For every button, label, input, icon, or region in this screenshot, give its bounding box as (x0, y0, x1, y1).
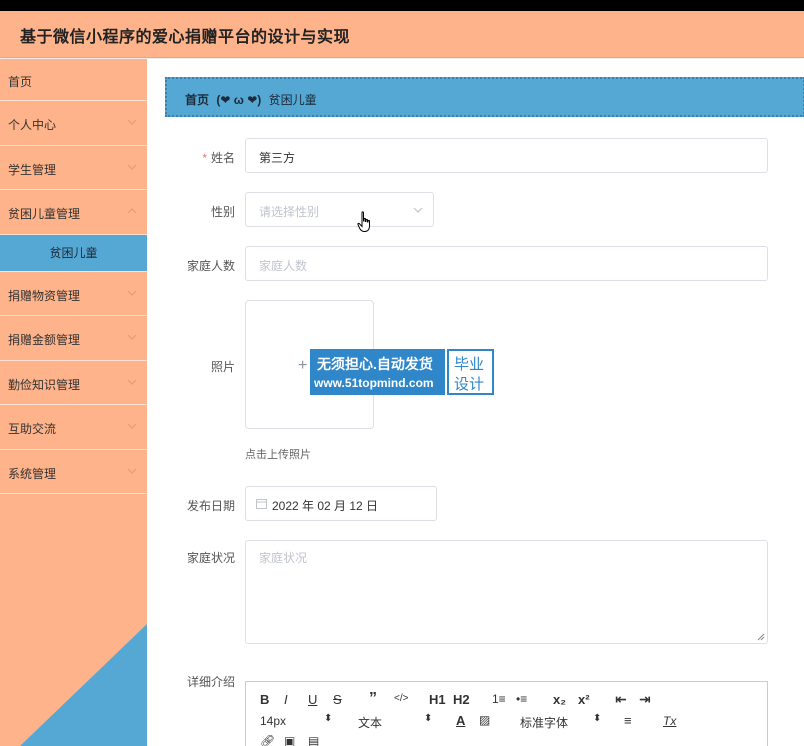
sidebar-subitem-poor-children[interactable]: 贫困儿童 (0, 234, 147, 272)
sidebar-item-label: 系统管理 (8, 466, 57, 481)
outdent-button[interactable]: ⇤ (615, 691, 627, 708)
family-status-label: 家庭状况 (186, 551, 235, 565)
publish-date-picker[interactable]: 2022 年 02 月 12 日 (245, 486, 437, 521)
publish-date-label: 发布日期 (186, 499, 235, 513)
watermark: 无须担心.自动发货 www.51topmind.com 毕业 设计 (310, 349, 494, 395)
video-icon[interactable]: ▤ (308, 734, 319, 746)
hand-cursor-icon (357, 211, 370, 232)
chevron-down-icon (127, 119, 137, 125)
photo-label: 照片 (210, 360, 235, 374)
h1-button[interactable]: H1 (429, 692, 446, 707)
chevron-down-icon (127, 423, 137, 429)
gender-label: 性别 (210, 205, 235, 219)
sidebar-decoration (20, 624, 147, 746)
breadcrumb-current: 贫困儿童 (268, 93, 317, 107)
underline-button[interactable]: U (308, 692, 317, 707)
sidebar-item-donation-amount-management[interactable]: 捐赠金额管理 (0, 316, 147, 361)
name-value: 第三方 (259, 151, 296, 165)
breadcrumb-separator: (❤ ω ❤) (216, 93, 262, 107)
sidebar-item-student-management[interactable]: 学生管理 (0, 146, 147, 190)
sidebar-item-label: 贫困儿童管理 (8, 207, 81, 221)
sidebar-item-system-management[interactable]: 系统管理 (0, 450, 147, 494)
details-label: 详细介绍 (186, 675, 235, 689)
photo-upload-tip: 点击上传照片 (245, 449, 311, 461)
gender-select[interactable]: 请选择性别 (245, 192, 434, 227)
watermark-box-line1: 毕业 (454, 356, 485, 373)
publish-date-value: 2022 年 02 月 12 日 (272, 499, 379, 513)
chevron-down-icon (127, 164, 137, 170)
gender-placeholder: 请选择性别 (259, 205, 320, 219)
name-input[interactable]: 第三方 (245, 138, 768, 173)
h2-button[interactable]: H2 (453, 692, 470, 707)
breadcrumb: 首页 (❤ ω ❤) 贫困儿童 (165, 77, 804, 117)
font-family-updown-icon: ⬍ (593, 713, 602, 724)
sidebar-item-label: 个人中心 (8, 118, 57, 132)
chevron-down-icon (413, 207, 423, 213)
watermark-box-line2: 设计 (454, 376, 485, 393)
code-block-button[interactable]: </> (394, 693, 408, 704)
sidebar: 首页 个人中心 学生管理 贫困儿童管理 贫困儿童 捐赠物资管理 捐赠金额管理 勤… (0, 59, 147, 746)
chevron-down-icon (127, 379, 137, 385)
sidebar-item-donated-goods-management[interactable]: 捐赠物资管理 (0, 272, 147, 316)
background-color-icon[interactable]: ▨ (479, 713, 490, 727)
image-icon[interactable]: ▣ (284, 734, 295, 746)
italic-button[interactable]: I (284, 692, 288, 707)
ordered-list-button[interactable]: 1≡ (492, 692, 506, 706)
main-content: 首页 (❤ ω ❤) 贫困儿童 * 姓名 第三方 性别 请选择性别 家庭人数 家庭… (147, 59, 804, 746)
app-header: 基于微信小程序的爱心捐赠平台的设计与实现 (0, 11, 804, 58)
plus-icon: + (298, 357, 308, 374)
sidebar-item-label: 捐赠金额管理 (8, 333, 81, 347)
sidebar-item-home[interactable]: 首页 (0, 59, 147, 101)
align-button[interactable]: ≡ (624, 713, 632, 728)
family-size-input[interactable]: 家庭人数 (245, 246, 768, 281)
window-top-bar (0, 0, 804, 11)
watermark-line1: 无须担心.自动发货 (317, 356, 433, 372)
name-label: * 姓名 (202, 151, 235, 165)
blockquote-button[interactable]: ” (369, 690, 377, 708)
subscript-button[interactable]: x₂ (553, 692, 566, 707)
sidebar-item-label: 互助交流 (8, 422, 57, 436)
app-title: 基于微信小程序的爱心捐赠平台的设计与实现 (20, 29, 351, 46)
rich-text-editor[interactable]: B I U S ” </> H1 H2 1≡ •≡ x₂ x² ⇤ ⇥ 14px… (245, 681, 768, 746)
sidebar-item-label: 学生管理 (8, 162, 57, 177)
chevron-down-icon (127, 468, 137, 474)
sidebar-item-thrift-knowledge-management[interactable]: 勤俭知识管理 (0, 361, 147, 405)
family-size-label: 家庭人数 (186, 259, 235, 273)
bold-button[interactable]: B (260, 692, 269, 707)
font-size-updown-icon: ⬍ (324, 713, 333, 724)
block-format-updown-icon: ⬍ (424, 713, 433, 724)
watermark-line2: www.51topmind.com (314, 376, 434, 390)
sidebar-item-label: 勤俭知识管理 (8, 377, 81, 392)
chevron-down-icon (127, 334, 137, 340)
strike-button[interactable]: S (333, 692, 342, 707)
breadcrumb-home[interactable]: 首页 (185, 93, 209, 107)
chevron-down-icon (127, 290, 137, 296)
family-size-placeholder: 家庭人数 (259, 259, 308, 273)
sidebar-item-poor-children-management[interactable]: 贫困儿童管理 (0, 190, 147, 235)
chevron-up-icon (127, 208, 137, 214)
family-status-textarea[interactable]: 家庭状况 (245, 540, 768, 644)
font-family-select[interactable]: 标准字体 (520, 714, 568, 731)
resize-handle-icon[interactable] (757, 633, 765, 641)
font-size-select[interactable]: 14px (260, 714, 286, 728)
bullet-list-button[interactable]: •≡ (516, 692, 527, 706)
indent-button[interactable]: ⇥ (639, 691, 651, 708)
block-format-select[interactable]: 文本 (358, 714, 382, 731)
family-status-placeholder: 家庭状况 (259, 551, 308, 565)
sidebar-item-mutual-aid[interactable]: 互助交流 (0, 405, 147, 450)
calendar-icon (256, 499, 267, 509)
sidebar-item-label: 首页 (8, 75, 33, 89)
link-icon[interactable]: 🔗︎ (260, 734, 275, 746)
sidebar-item-personal-center[interactable]: 个人中心 (0, 101, 147, 146)
superscript-button[interactable]: x² (578, 692, 590, 707)
clear-format-button[interactable]: Tx (663, 714, 676, 728)
font-color-button[interactable]: A (456, 713, 465, 728)
required-mark: * (202, 151, 207, 165)
sidebar-item-label: 捐赠物资管理 (8, 288, 81, 303)
